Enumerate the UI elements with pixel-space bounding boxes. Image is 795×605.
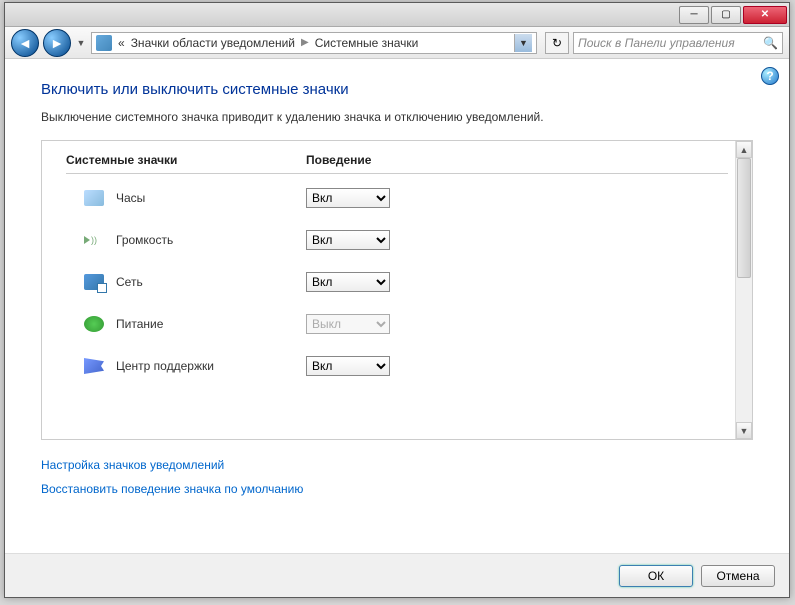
volume-icon xyxy=(84,232,104,248)
link-customize-icons[interactable]: Настройка значков уведомлений xyxy=(41,458,753,472)
flag-icon xyxy=(84,358,104,374)
select-clock[interactable]: Вкл Выкл xyxy=(306,188,390,208)
scrollbar[interactable]: ▲ ▼ xyxy=(735,141,752,439)
label-actioncenter: Центр поддержки xyxy=(116,359,306,373)
search-icon[interactable]: 🔍 xyxy=(763,36,778,50)
footer: ОК Отмена xyxy=(5,553,789,597)
row-network: Сеть Вкл Выкл xyxy=(66,272,728,292)
row-volume: Громкость Вкл Выкл xyxy=(66,230,728,250)
address-bar[interactable]: « Значки области уведомлений ▶ Системные… xyxy=(91,32,537,54)
page-description: Выключение системного значка приводит к … xyxy=(41,110,753,124)
label-clock: Часы xyxy=(116,191,306,205)
search-input[interactable]: Поиск в Панели управления 🔍 xyxy=(573,32,783,54)
search-placeholder: Поиск в Панели управления xyxy=(578,36,735,50)
breadcrumb-part2[interactable]: Системные значки xyxy=(315,36,419,50)
navbar: ◄ ► ▼ « Значки области уведомлений ▶ Сис… xyxy=(5,27,789,59)
help-button[interactable]: ? xyxy=(761,67,779,85)
breadcrumb-prefix: « xyxy=(118,36,125,50)
network-icon xyxy=(84,274,104,290)
select-network[interactable]: Вкл Выкл xyxy=(306,272,390,292)
row-power: Питание Выкл xyxy=(66,314,728,334)
titlebar: ─ ▢ ✕ xyxy=(5,3,789,27)
label-volume: Громкость xyxy=(116,233,306,247)
scroll-thumb[interactable] xyxy=(737,158,751,278)
row-clock: Часы Вкл Выкл xyxy=(66,188,728,208)
links-section: Настройка значков уведомлений Восстанови… xyxy=(41,458,753,496)
cancel-button[interactable]: Отмена xyxy=(701,565,775,587)
column-header-icons: Системные значки xyxy=(66,153,306,167)
power-icon xyxy=(84,316,104,332)
chevron-right-icon[interactable]: ▶ xyxy=(301,37,309,48)
address-dropdown[interactable]: ▼ xyxy=(514,34,532,52)
row-actioncenter: Центр поддержки Вкл Выкл xyxy=(66,356,728,376)
control-panel-icon xyxy=(96,35,112,51)
close-button[interactable]: ✕ xyxy=(743,6,787,24)
ok-button[interactable]: ОК xyxy=(619,565,693,587)
forward-button[interactable]: ► xyxy=(43,29,71,57)
nav-history-dropdown[interactable]: ▼ xyxy=(75,29,87,57)
settings-panel: Системные значки Поведение Часы Вкл Выкл… xyxy=(41,140,753,440)
link-restore-defaults[interactable]: Восстановить поведение значка по умолчан… xyxy=(41,482,753,496)
breadcrumb-part1[interactable]: Значки области уведомлений xyxy=(131,36,295,50)
select-actioncenter[interactable]: Вкл Выкл xyxy=(306,356,390,376)
column-header-behavior: Поведение xyxy=(306,153,728,167)
maximize-button[interactable]: ▢ xyxy=(711,6,741,24)
refresh-button[interactable]: ↻ xyxy=(545,32,569,54)
window: ─ ▢ ✕ ◄ ► ▼ « Значки области уведомлений… xyxy=(4,2,790,598)
select-volume[interactable]: Вкл Выкл xyxy=(306,230,390,250)
content-area: ? Включить или выключить системные значк… xyxy=(5,59,789,553)
page-title: Включить или выключить системные значки xyxy=(41,81,753,98)
label-power: Питание xyxy=(116,317,306,331)
select-power: Выкл xyxy=(306,314,390,334)
minimize-button[interactable]: ─ xyxy=(679,6,709,24)
clock-icon xyxy=(84,190,104,206)
back-button[interactable]: ◄ xyxy=(11,29,39,57)
scroll-down-icon[interactable]: ▼ xyxy=(736,422,752,439)
label-network: Сеть xyxy=(116,275,306,289)
scroll-up-icon[interactable]: ▲ xyxy=(736,141,752,158)
